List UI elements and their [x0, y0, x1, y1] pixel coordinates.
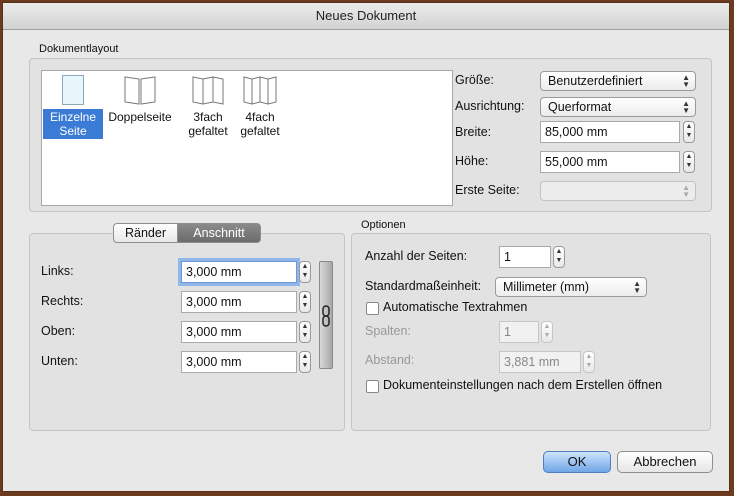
dialog-title: Neues Dokument [3, 3, 729, 30]
auto-text-frames-checkbox[interactable] [366, 302, 379, 315]
trifold-icon [192, 76, 224, 105]
top-field[interactable]: 3,000 mm [181, 321, 297, 343]
width-field[interactable]: 85,000 mm [540, 121, 680, 143]
bottom-stepper[interactable]: ▲ ▼ [299, 351, 311, 373]
gap-stepper[interactable]: ▲ ▼ [583, 351, 595, 373]
layout-facing-pages-label: Doppelseite [108, 110, 172, 124]
unit-popup[interactable]: Millimeter (mm) ▲ ▼ [495, 277, 647, 297]
bottom-field[interactable]: 3,000 mm [181, 351, 297, 373]
orientation-popup[interactable]: Querformat ▲ ▼ [540, 97, 696, 117]
size-label: Größe: [455, 73, 494, 87]
width-stepper[interactable]: ▲ ▼ [683, 121, 695, 143]
pages-stepper[interactable]: ▲ ▼ [553, 246, 565, 268]
single-page-icon [62, 75, 84, 105]
left-field[interactable]: 3,000 mm [181, 261, 297, 283]
layout-fourfold-label-2: gefaltet [240, 124, 280, 138]
columns-stepper[interactable]: ▲ ▼ [541, 321, 553, 343]
auto-text-frames-label: Automatische Textrahmen [383, 300, 528, 314]
layout-single-page-label-2: Seite [59, 124, 87, 138]
first-page-label: Erste Seite: [455, 183, 520, 197]
orientation-popup-value: Querformat [548, 100, 612, 114]
popup-arrows-icon: ▲ ▼ [633, 279, 641, 295]
fourfold-icon [243, 76, 277, 105]
layout-trifold[interactable]: 3fach gefaltet [183, 75, 233, 138]
link-values-button[interactable] [319, 261, 333, 369]
left-stepper[interactable]: ▲ ▼ [299, 261, 311, 283]
size-popup-value: Benutzerdefiniert [548, 74, 643, 88]
options-label: Optionen [361, 219, 406, 231]
height-label: Höhe: [455, 154, 489, 168]
gap-field[interactable]: 3,881 mm [499, 351, 581, 373]
open-settings-checkbox[interactable] [366, 380, 379, 393]
columns-label: Spalten: [365, 324, 411, 338]
tab-bleed[interactable]: Anschnitt [177, 223, 261, 243]
bottom-label: Unten: [41, 354, 78, 368]
unit-popup-value: Millimeter (mm) [503, 280, 590, 294]
orientation-label: Ausrichtung: [455, 99, 525, 113]
gap-label: Abstand: [365, 353, 415, 367]
facing-pages-icon [124, 76, 156, 105]
height-field[interactable]: 55,000 mm [540, 151, 680, 173]
popup-arrows-icon: ▲ ▼ [682, 73, 690, 89]
top-stepper[interactable]: ▲ ▼ [299, 321, 311, 343]
top-label: Oben: [41, 324, 76, 338]
unit-label: Standardmaßeinheit: [365, 279, 482, 293]
chain-link-icon [322, 305, 330, 327]
cancel-button[interactable]: Abbrechen [617, 451, 713, 473]
layout-single-page-label-1: Einzelne [49, 110, 97, 124]
left-label: Links: [41, 264, 74, 278]
right-stepper[interactable]: ▲ ▼ [299, 291, 311, 313]
right-label: Rechts: [41, 294, 84, 308]
layout-trifold-label-2: gefaltet [188, 124, 228, 138]
columns-field[interactable]: 1 [499, 321, 539, 343]
width-label: Breite: [455, 125, 492, 139]
document-layout-label: Dokumentlayout [39, 43, 119, 55]
height-stepper[interactable]: ▲ ▼ [683, 151, 695, 173]
first-page-popup[interactable]: ▲ ▼ [540, 181, 696, 201]
size-popup[interactable]: Benutzerdefiniert ▲ ▼ [540, 71, 696, 91]
right-field[interactable]: 3,000 mm [181, 291, 297, 313]
tab-margins[interactable]: Ränder [113, 223, 178, 243]
layout-single-page[interactable]: Einzelne Seite [43, 75, 103, 139]
ok-button[interactable]: OK [543, 451, 611, 473]
layout-fourfold[interactable]: 4fach gefaltet [235, 75, 285, 138]
new-document-dialog: Neues Dokument Dokumentlayout Einzelne S… [2, 2, 730, 492]
pages-label: Anzahl der Seiten: [365, 249, 468, 263]
popup-arrows-icon: ▲ ▼ [682, 183, 690, 199]
layout-trifold-label-1: 3fach [193, 110, 223, 124]
layout-fourfold-label-1: 4fach [245, 110, 275, 124]
layout-facing-pages[interactable]: Doppelseite [104, 75, 176, 124]
pages-field[interactable]: 1 [499, 246, 551, 268]
open-settings-label: Dokumenteinstellungen nach dem Erstellen… [383, 378, 663, 392]
popup-arrows-icon: ▲ ▼ [682, 99, 690, 115]
